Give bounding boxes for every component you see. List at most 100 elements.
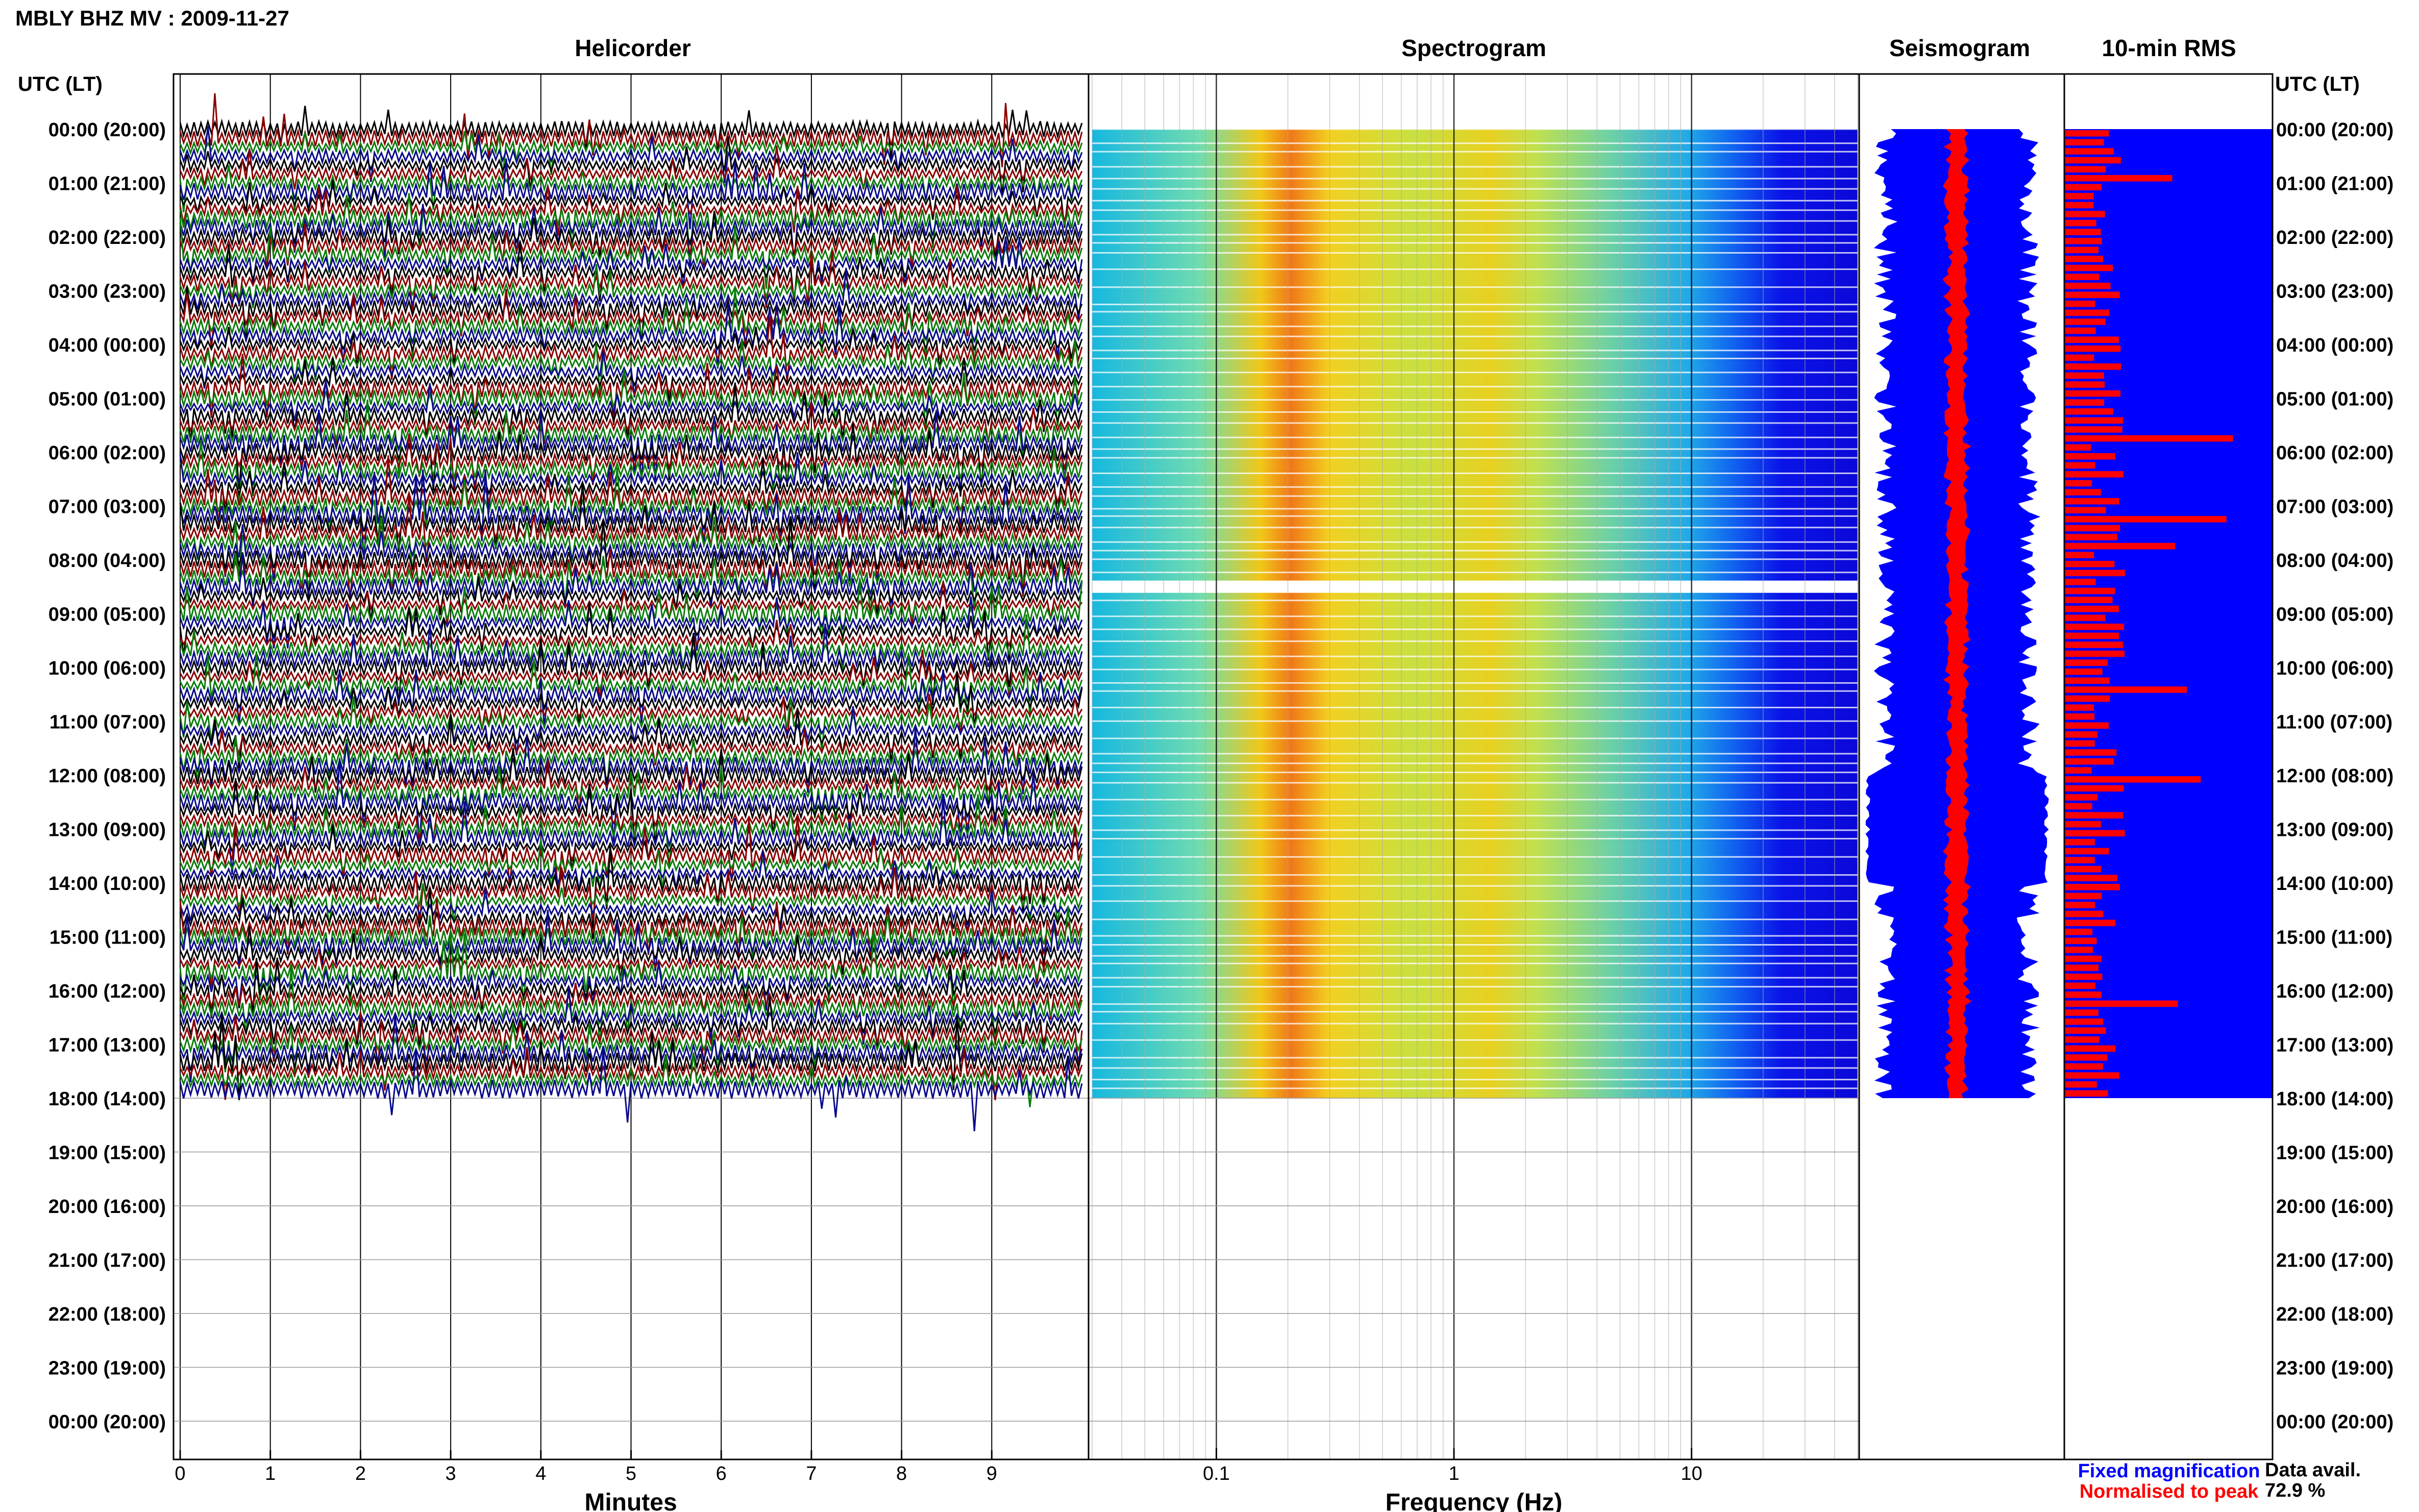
time-tick-label-left: 07:00 (03:00) [48,497,166,518]
rms-bar [2064,327,2096,334]
rms-bar [2064,130,2109,137]
time-tick-label-left: 21:00 (17:00) [48,1250,166,1272]
helicorder-x-tick-label: 9 [986,1463,997,1484]
helicorder-x-tick-label: 4 [535,1463,546,1484]
rms-bar [2064,587,2115,594]
rms-bar [2064,740,2095,747]
rms-bar [2064,910,2104,918]
spectrogram-image-upper [1092,129,1858,581]
rms-bar [2064,839,2095,846]
time-tick-label-left: 19:00 (15:00) [48,1143,166,1164]
rms-bar [2064,641,2124,648]
rms-bar [2064,202,2094,209]
rms-bar [2064,947,2093,953]
time-tick-label-right: 19:00 (15:00) [2276,1143,2393,1164]
rms-bar [2064,1063,2103,1070]
rms-bar [2064,785,2124,792]
rms-bar [2064,381,2105,388]
rms-bar [2064,525,2120,532]
rms-bar [2064,794,2098,801]
time-tick-label-left: 13:00 (09:00) [48,820,166,841]
helicorder-x-tick-label: 8 [896,1463,907,1484]
rms-bar [2064,749,2117,756]
rms-bar [2064,471,2124,478]
helicorder-panel [174,74,1089,1459]
time-tick-label-right: 20:00 (16:00) [2276,1196,2393,1218]
rms-bar [2064,318,2106,325]
rms-bar [2064,659,2108,666]
rms-bar [2064,480,2092,487]
time-tick-label-right: 15:00 (11:00) [2276,927,2392,949]
station-title: MBLY BHZ MV : 2009-11-27 [15,6,289,30]
spectrogram-x-tick-label: 10 [1681,1463,1702,1484]
helicorder-x-tick-label: 1 [265,1463,276,1484]
rms-bar [2064,650,2125,657]
time-tick-label-right: 09:00 (05:00) [2276,604,2393,626]
rms-bar [2064,184,2102,191]
time-tick-label-right: 22:00 (18:00) [2276,1304,2393,1325]
time-tick-label-left: 14:00 (10:00) [48,873,166,895]
rms-bar [2064,1000,2178,1007]
time-tick-label-left: 17:00 (13:00) [48,1035,166,1056]
rms-bar [2064,865,2102,873]
time-tick-labels-right: 00:00 (20:00) 01:00 (21:00) 02:00 (22:00) 0… [2276,119,2393,1433]
spectrogram-title: Spectrogram [1401,35,1546,61]
time-axis-label-left: UTC (LT) [18,73,103,95]
rms-bar [2064,444,2091,451]
rms-bar [2064,462,2095,469]
spectrogram-x-label: Frequency (Hz) [1386,1489,1563,1512]
rms-bar [2064,256,2104,262]
rms-bar [2064,686,2187,693]
rms-bar [2064,1009,2099,1016]
rms-bar [2064,758,2114,765]
rms-bar [2064,902,2095,908]
time-tick-label-left: 05:00 (01:00) [48,389,166,410]
helicorder-x-axis: 0 1 2 3 4 5 6 7 8 9 [175,1450,997,1484]
rms-bar [2064,597,2113,603]
rms-bar [2064,605,2119,612]
time-tick-label-left: 08:00 (04:00) [48,550,166,572]
rms-bar [2064,516,2227,523]
rms-bar [2064,1045,2116,1052]
rms-bar [2064,211,2105,217]
helicorder-x-tick-label: 2 [355,1463,366,1484]
rms-bar [2064,722,2109,729]
rms-bar [2064,848,2109,855]
rms-bar [2064,139,2104,146]
rms-bar [2064,542,2176,550]
rms-bar [2064,973,2103,980]
time-tick-label-right: 21:00 (17:00) [2276,1250,2393,1272]
rms-bar [2064,767,2092,774]
seismogram-panel [1865,129,2049,1098]
rms-bar [2064,830,2125,837]
time-tick-label-right: 02:00 (22:00) [2276,227,2393,249]
helicorder-title: Helicorder [575,35,691,61]
time-tick-label-right: 18:00 (14:00) [2276,1088,2393,1110]
rms-bar [2064,561,2115,567]
rms-bar [2064,893,2102,900]
time-tick-label-right: 06:00 (02:00) [2276,442,2393,464]
rms-bar [2064,219,2096,227]
helicorder-x-tick-label: 0 [175,1463,185,1484]
spectrogram-x-tick-label: 1 [1448,1463,1459,1484]
time-tick-label-left: 01:00 (21:00) [48,173,166,195]
time-tick-label-left: 18:00 (14:00) [48,1088,166,1110]
rms-bar [2064,534,2117,540]
time-tick-label-left: 06:00 (02:00) [48,442,166,464]
time-tick-labels-left: 00:00 (20:00) 01:00 (21:00) 02:00 (22:00) 0… [48,119,166,1433]
rms-bar [2064,166,2106,172]
rms-bar [2064,704,2094,711]
rms-bar [2064,812,2124,819]
legend-normalised-to-peak: Normalised to peak [2080,1481,2259,1502]
time-tick-label-right: 00:00 (20:00) [2276,1411,2393,1433]
time-tick-label-left: 16:00 (12:00) [48,981,166,1002]
rms-bar [2064,246,2099,254]
time-tick-label-right: 14:00 (10:00) [2276,873,2393,895]
rms-bar [2064,614,2106,622]
rms-bar [2064,857,2095,863]
rms-bar [2064,453,2115,460]
time-tick-label-left: 11:00 (07:00) [50,712,166,733]
rms-bar [2064,776,2201,783]
rms-bar [2064,731,2097,738]
rms-bar [2064,193,2094,200]
